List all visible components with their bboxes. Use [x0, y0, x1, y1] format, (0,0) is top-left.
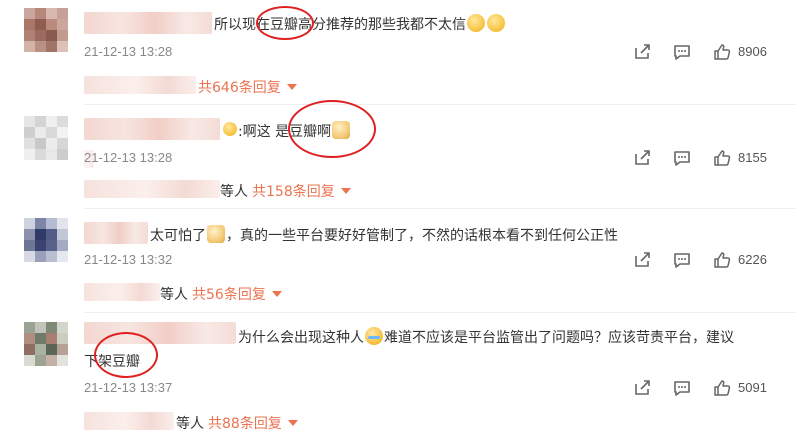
dog-emoji-icon: [207, 225, 225, 243]
divider: [84, 208, 796, 209]
emoji-icon: [487, 14, 505, 32]
replier-names-blurred: [84, 283, 160, 301]
view-replies-link[interactable]: 共646条回复: [198, 77, 297, 97]
action-bar: 6226: [632, 250, 782, 270]
share-icon[interactable]: [632, 378, 652, 398]
like-count: 5091: [738, 380, 767, 395]
crying-emoji-icon: [365, 327, 383, 345]
comment-text: 为什么会出现这种人 难道不应该是平台监管出了问题吗？应该苛责平台，建议: [238, 327, 734, 347]
share-icon[interactable]: [632, 148, 652, 168]
username-blurred[interactable]: [84, 12, 212, 34]
view-replies-link[interactable]: 共88条回复: [208, 413, 298, 433]
divider: [84, 104, 796, 105]
avatar[interactable]: [24, 116, 68, 160]
annotation-circle: [256, 6, 314, 40]
avatar[interactable]: [24, 8, 68, 52]
thumbs-up-icon[interactable]: [712, 148, 732, 168]
action-bar: 5091: [632, 378, 782, 398]
comment-icon[interactable]: [672, 378, 692, 398]
comment-text: 太可怕了 ，真的一些平台要好好管制了，不然的话根本看不到任何公正性: [150, 225, 618, 245]
comment-icon[interactable]: [672, 148, 692, 168]
view-replies-link[interactable]: 共158条回复: [252, 181, 351, 201]
avatar[interactable]: [24, 322, 68, 366]
chevron-down-icon: [271, 291, 282, 297]
chevron-down-icon: [287, 420, 298, 426]
view-replies-link[interactable]: 共56条回复: [192, 284, 282, 304]
action-bar: 8906: [632, 42, 782, 62]
badge-icon: [223, 122, 237, 136]
like-count: 8906: [738, 44, 767, 59]
replier-names-blurred: [84, 76, 196, 94]
chevron-down-icon: [340, 188, 351, 194]
share-icon[interactable]: [632, 42, 652, 62]
thumbs-up-icon[interactable]: [712, 42, 732, 62]
action-bar: 8155: [632, 148, 782, 168]
emoji-icon: [467, 14, 485, 32]
timestamp: 21-12-13 13:28: [84, 44, 173, 59]
annotation-circle: [288, 100, 376, 158]
replier-names-blurred: [84, 412, 174, 430]
thumbs-up-icon[interactable]: [712, 378, 732, 398]
timestamp: 21-12-13 13:32: [84, 252, 173, 267]
like-count: 8155: [738, 150, 767, 165]
timestamp: 21-12-13 13:37: [84, 380, 173, 395]
like-count: 6226: [738, 252, 767, 267]
comment-icon[interactable]: [672, 250, 692, 270]
share-icon[interactable]: [632, 250, 652, 270]
chevron-down-icon: [286, 84, 297, 90]
comment-icon[interactable]: [672, 42, 692, 62]
thumbs-up-icon[interactable]: [712, 250, 732, 270]
divider: [84, 312, 796, 313]
avatar[interactable]: [24, 218, 68, 262]
replier-suffix: 等人: [176, 416, 204, 432]
replier-suffix: 等人: [220, 184, 248, 200]
timestamp: 21-12-13 13:28: [84, 150, 173, 165]
username-blurred[interactable]: [84, 118, 220, 140]
replier-suffix: 等人: [160, 287, 188, 303]
replier-names-blurred: [84, 180, 220, 198]
annotation-circle: [94, 332, 158, 378]
username-blurred[interactable]: [84, 222, 148, 244]
